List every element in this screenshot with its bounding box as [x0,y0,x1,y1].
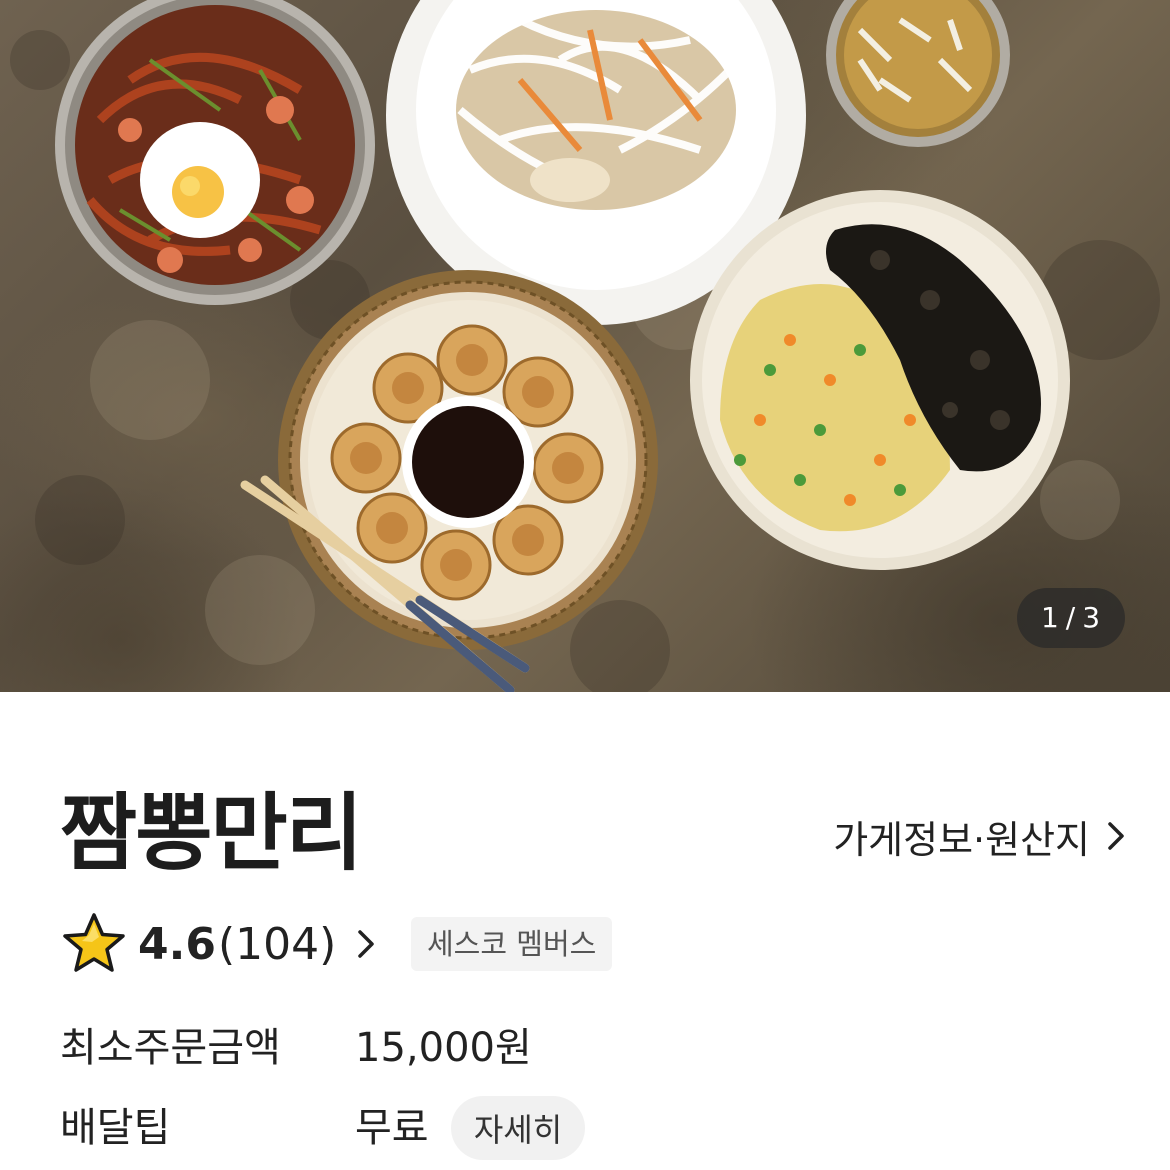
spicy-noodle-bowl [55,0,375,305]
store-photo-carousel[interactable]: 1/3 [0,0,1170,692]
soup-bowl [826,0,1010,147]
photo-counter-separator: / [1065,601,1077,634]
cesco-members-badge: 세스코 멤버스 [411,917,613,971]
star-icon [63,913,125,972]
rating-row[interactable]: 4.6 (104) [62,906,375,982]
chevron-right-icon [1108,822,1124,850]
photo-counter-current: 1 [1040,601,1060,634]
review-count: (104) [217,918,337,970]
photo-counter-total: 3 [1082,601,1102,634]
food-photo [10,0,1160,692]
min-order-label: 최소주문금액 [60,1025,281,1071]
delivery-tip-label: 배달팁 [60,1105,171,1151]
photo-counter: 1/3 [1017,588,1125,648]
store-name: 짬뽕만리 [60,784,363,882]
fried-rice-plate [690,190,1070,570]
store-info-origin-label: 가게정보·원산지 [833,817,1090,862]
store-info-origin-link[interactable]: 가게정보·원산지 [833,808,1124,864]
rating-value: 4.6 [138,918,216,970]
delivery-tip-detail-button[interactable]: 자세히 [451,1096,585,1160]
chevron-right-icon[interactable] [358,930,375,958]
delivery-tip-value: 무료 [355,1105,429,1151]
min-order-value: 15,000원 [355,1025,532,1071]
